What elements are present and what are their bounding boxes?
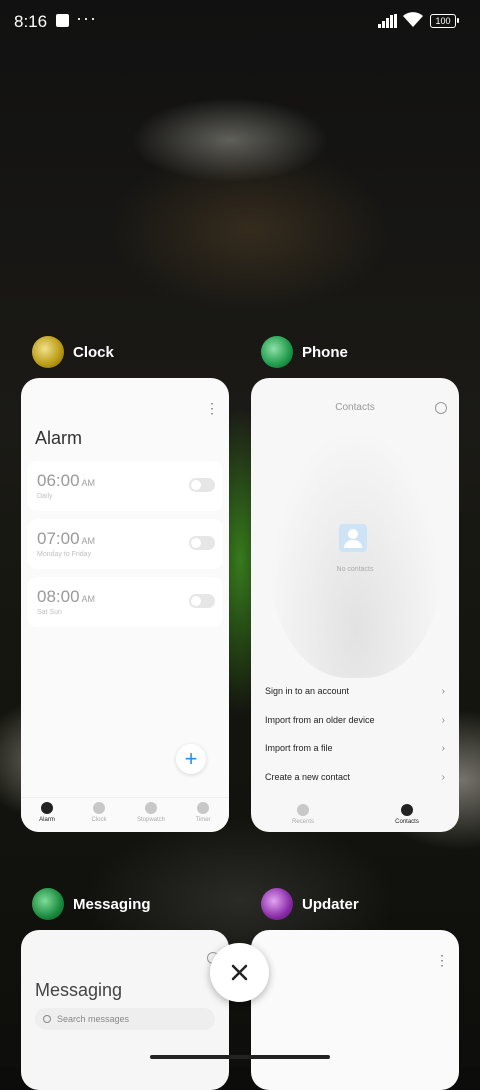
phone-app-header[interactable]: Phone: [261, 334, 348, 370]
person-icon: [401, 804, 413, 816]
alarm-toggle[interactable]: [189, 536, 215, 550]
add-alarm-button[interactable]: +: [176, 744, 206, 774]
tab-alarm[interactable]: Alarm: [21, 798, 73, 832]
aquarium-illustration: [271, 438, 441, 678]
alarm-icon: [41, 802, 53, 814]
alarm-toggle[interactable]: [189, 478, 215, 492]
messaging-app-header[interactable]: Messaging: [32, 886, 151, 922]
search-messages-input[interactable]: Search messages: [35, 1008, 215, 1030]
battery-nub: [457, 18, 459, 23]
updater-app-header[interactable]: Updater: [261, 886, 359, 922]
alarm-toggle[interactable]: [189, 594, 215, 608]
chevron-right-icon: ›: [441, 743, 445, 754]
updater-app-name: Updater: [302, 895, 359, 913]
clock-app-card[interactable]: ⋮ Alarm 06:00 AM Daily 07:00 AM Monday to …: [21, 378, 229, 832]
more-notifications-icon: ···: [76, 8, 97, 28]
status-time: 8:16: [14, 12, 48, 31]
alarm-repeat: Sat Sun: [37, 609, 62, 616]
tab-recents[interactable]: Recents: [251, 798, 355, 832]
wifi-icon: [403, 12, 423, 27]
contact-avatar-icon: [339, 524, 367, 552]
alarm-row[interactable]: 08:00 AM Sat Sun: [27, 577, 223, 627]
phone-app-card[interactable]: Contacts No contacts Sign in to an accou…: [251, 378, 459, 832]
messaging-app-icon: [32, 888, 64, 920]
sign-in-option[interactable]: Sign in to an account ›: [265, 686, 445, 697]
clock-app-icon: [32, 336, 64, 368]
close-icon: [231, 964, 248, 981]
phone-app-name: Phone: [302, 343, 348, 361]
alarm-title: Alarm: [35, 428, 83, 448]
clock-app-header[interactable]: Clock: [32, 334, 114, 370]
import-older-device-option[interactable]: Import from an older device ›: [265, 715, 445, 726]
notification-icon: [56, 14, 69, 27]
battery-icon: 100: [430, 14, 456, 28]
alarm-row[interactable]: 07:00 AM Monday to Friday: [27, 519, 223, 569]
alarm-time: 07:00 AM: [37, 529, 96, 548]
clock-app-name: Clock: [73, 343, 114, 361]
tab-contacts[interactable]: Contacts: [355, 798, 459, 832]
alarm-repeat: Monday to Friday: [37, 551, 92, 558]
alarm-time: 06:00 AM: [37, 471, 96, 490]
create-contact-option[interactable]: Create a new contact ›: [265, 772, 445, 783]
phone-bottom-nav: Recents Contacts: [251, 798, 459, 832]
import-file-option[interactable]: Import from a file ›: [265, 743, 445, 754]
clock-icon: [93, 802, 105, 814]
clear-all-button[interactable]: [210, 943, 269, 1002]
chevron-right-icon: ›: [441, 686, 445, 697]
updater-app-card[interactable]: ⋮: [251, 930, 459, 1090]
tab-timer[interactable]: Timer: [177, 798, 229, 832]
chevron-right-icon: ›: [441, 715, 445, 726]
signal-icon: [378, 14, 397, 28]
more-options-icon[interactable]: ⋮: [435, 952, 449, 969]
messaging-app-card[interactable]: Messaging Search messages: [21, 930, 229, 1090]
messaging-title: Messaging: [35, 980, 123, 1000]
timer-icon: [197, 802, 209, 814]
chevron-right-icon: ›: [441, 772, 445, 783]
home-indicator[interactable]: [150, 1055, 330, 1059]
messaging-app-name: Messaging: [73, 895, 151, 913]
status-bar: 8:16 ··· 100: [0, 0, 480, 44]
more-options-icon[interactable]: ⋮: [205, 400, 219, 417]
alarm-repeat: Daily: [37, 493, 53, 500]
phone-icon: [297, 804, 309, 816]
contacts-title: Contacts: [335, 402, 375, 413]
search-icon: [43, 1015, 51, 1023]
alarm-time: 08:00 AM: [37, 587, 96, 606]
tab-clock[interactable]: Clock: [73, 798, 125, 832]
empty-state-text: No contacts: [336, 566, 374, 573]
phone-app-icon: [261, 336, 293, 368]
updater-app-icon: [261, 888, 293, 920]
tab-stopwatch[interactable]: Stopwatch: [125, 798, 177, 832]
stopwatch-icon: [145, 802, 157, 814]
clock-bottom-nav: Alarm Clock Stopwatch Timer: [21, 797, 229, 832]
settings-gear-icon[interactable]: [435, 402, 447, 414]
alarm-row[interactable]: 06:00 AM Daily: [27, 461, 223, 511]
